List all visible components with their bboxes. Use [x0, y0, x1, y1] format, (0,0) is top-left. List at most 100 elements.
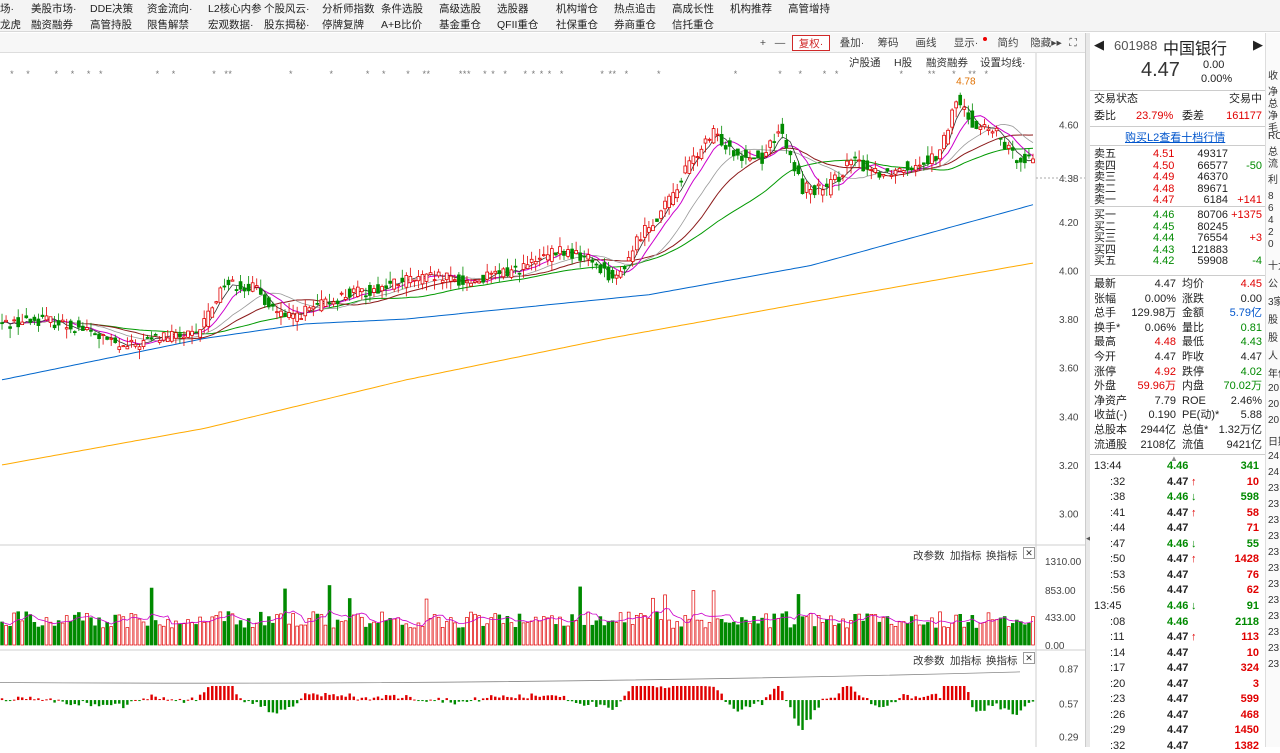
candle-body	[323, 298, 328, 307]
menu-item-r1-11[interactable]: 热点追击	[614, 1, 656, 16]
rzrq-label[interactable]: 融资融券	[926, 55, 968, 70]
candle-body	[752, 157, 756, 160]
volume-bar	[837, 623, 841, 646]
menu-item-r2-12[interactable]: 信托重仓	[672, 17, 714, 32]
macd-bar	[481, 698, 485, 701]
candle-body	[509, 269, 514, 278]
chips-button[interactable]: 筹码	[874, 35, 902, 51]
macd-add-indicator-button[interactable]: 加指标	[950, 653, 982, 668]
menu-item-r2-7[interactable]: A+B比价	[381, 17, 422, 32]
menu-item-r1-3[interactable]: 资金流向·	[147, 1, 193, 16]
menu-item-r1-9[interactable]: 选股器	[497, 1, 529, 16]
volume-bar	[372, 621, 376, 646]
macd-bar	[461, 700, 465, 702]
volume-bar	[404, 623, 409, 646]
menu-item-r2-2[interactable]: 高管持股	[90, 17, 132, 32]
set-ma-button[interactable]: 设置均线·	[980, 55, 1026, 70]
vol-add-indicator-button[interactable]: 加指标	[950, 548, 982, 563]
candle-body	[161, 332, 166, 341]
candle-body	[335, 300, 340, 304]
menu-item-r2-6[interactable]: 停牌复牌	[322, 17, 364, 32]
candle-body	[942, 134, 946, 150]
fuquan-button[interactable]: 复权·	[792, 35, 830, 51]
candle-body	[218, 287, 223, 303]
hgu-label[interactable]: H股	[894, 55, 912, 70]
drawline-button[interactable]: 画线	[912, 35, 940, 51]
hgt-label[interactable]: 沪股通	[849, 55, 881, 70]
volume-bar	[994, 619, 999, 646]
candle-body	[1023, 153, 1027, 164]
macd-bar	[643, 685, 647, 701]
menu-item-r1-8[interactable]: 高级选股	[439, 1, 481, 16]
menu-item-r1-7[interactable]: 条件选股	[381, 1, 423, 16]
fullscreen-icon[interactable]: ⛶	[1066, 35, 1080, 51]
candle-body	[40, 314, 45, 317]
macd-bar	[728, 700, 731, 705]
macd-bar	[340, 695, 343, 701]
menu-item-r2-3[interactable]: 限售解禁	[147, 17, 189, 32]
volume-bar	[20, 620, 25, 646]
vol-param-button[interactable]: 改参数	[913, 548, 945, 563]
prev-stock-icon[interactable]: ◀	[1094, 37, 1104, 53]
stat-label-left: 流通股	[1094, 438, 1127, 451]
menu-item-r2-9[interactable]: QFII重仓	[497, 17, 538, 32]
stat-label-left: 净资产	[1094, 394, 1127, 407]
zoom-out-button[interactable]: —	[773, 35, 787, 51]
tick-row: :50 4.47 ↑ 1428	[1090, 552, 1265, 567]
next-stock-icon[interactable]: ▶	[1253, 37, 1263, 53]
macd-close-icon[interactable]: ✕	[1023, 652, 1035, 664]
volume-bar	[651, 597, 655, 646]
vol-change-indicator-button[interactable]: 换指标	[986, 548, 1018, 563]
menu-item-r2-8[interactable]: 基金重仓	[439, 17, 481, 32]
tick-time: :44	[1110, 522, 1126, 535]
candle-body	[764, 152, 768, 157]
menu-item-r1-2[interactable]: DDE决策	[90, 1, 133, 16]
candle-body	[198, 329, 202, 338]
vol-close-icon[interactable]: ✕	[1023, 547, 1035, 559]
price-tick-label: 4.20	[1059, 218, 1079, 229]
volume-bar	[1031, 616, 1035, 646]
kline-chart-svg[interactable]: * * * * * * * * * * * * * * * * * * * * * * * * * * * * * * * * * * * * * * * *…	[0, 53, 1085, 747]
volume-bar	[469, 611, 473, 646]
macd-bar	[716, 690, 719, 701]
menu-item-r2-4[interactable]: 宏观数据·	[208, 17, 254, 32]
menu-item-r2-5[interactable]: 股东揭秘·	[264, 17, 310, 32]
overlay-button[interactable]: 叠加·	[834, 35, 870, 51]
tick-price: 4.47	[1167, 584, 1189, 597]
zoom-in-button[interactable]: +	[756, 35, 770, 51]
macd-param-button[interactable]: 改参数	[913, 653, 945, 668]
candle-body	[930, 153, 934, 164]
buy-l2-link[interactable]: 购买L2查看十档行情	[1125, 129, 1225, 145]
tick-row: :44 4.47 71	[1090, 521, 1265, 536]
macd-change-indicator-button[interactable]: 换指标	[986, 653, 1018, 668]
menu-item-r1-6[interactable]: 分析师指数	[322, 1, 375, 16]
far-right-text: 23	[1268, 659, 1280, 670]
tick-volume: 324	[1240, 662, 1259, 675]
simple-button[interactable]: 简约	[994, 35, 1022, 51]
macd-bar	[485, 697, 489, 701]
menu-item-r2-0[interactable]: 龙虎	[0, 17, 21, 32]
menu-item-r1-0[interactable]: 场·	[0, 1, 14, 16]
kline-chart-area[interactable]: * * * * * * * * * * * * * * * * * * * * * * * * * * * * * * * * * * * * * * * *…	[0, 53, 1085, 747]
tick-price: 4.47	[1167, 677, 1189, 690]
macd-bar	[910, 698, 913, 701]
menu-item-r2-1[interactable]: 融资融券	[31, 17, 73, 32]
menu-item-r1-13[interactable]: 机构推荐	[730, 1, 772, 16]
menu-item-r2-11[interactable]: 券商重仓	[614, 17, 656, 32]
bid-row[interactable]: 买五 4.42 59908 -4	[1090, 254, 1265, 269]
menu-item-r1-12[interactable]: 高成长性	[672, 1, 714, 16]
display-button[interactable]: 显示·	[949, 35, 983, 51]
menu-item-r1-4[interactable]: L2核心内参	[208, 1, 262, 16]
candle-body	[994, 127, 999, 132]
menu-item-r2-10[interactable]: 社保重仓	[556, 17, 598, 32]
menu-item-r1-14[interactable]: 高管增持	[788, 1, 830, 16]
menu-item-r1-1[interactable]: 美股市场·	[31, 1, 77, 16]
candle-body	[634, 236, 639, 251]
macd-bar	[894, 700, 897, 703]
macd-bar	[320, 696, 323, 701]
candle-body	[517, 272, 522, 275]
volume-bar	[513, 627, 518, 646]
menu-item-r1-10[interactable]: 机构增仓	[556, 1, 598, 16]
hide-button[interactable]: 隐藏▸▸	[1027, 35, 1065, 51]
menu-item-r1-5[interactable]: 个股风云·	[264, 1, 310, 16]
